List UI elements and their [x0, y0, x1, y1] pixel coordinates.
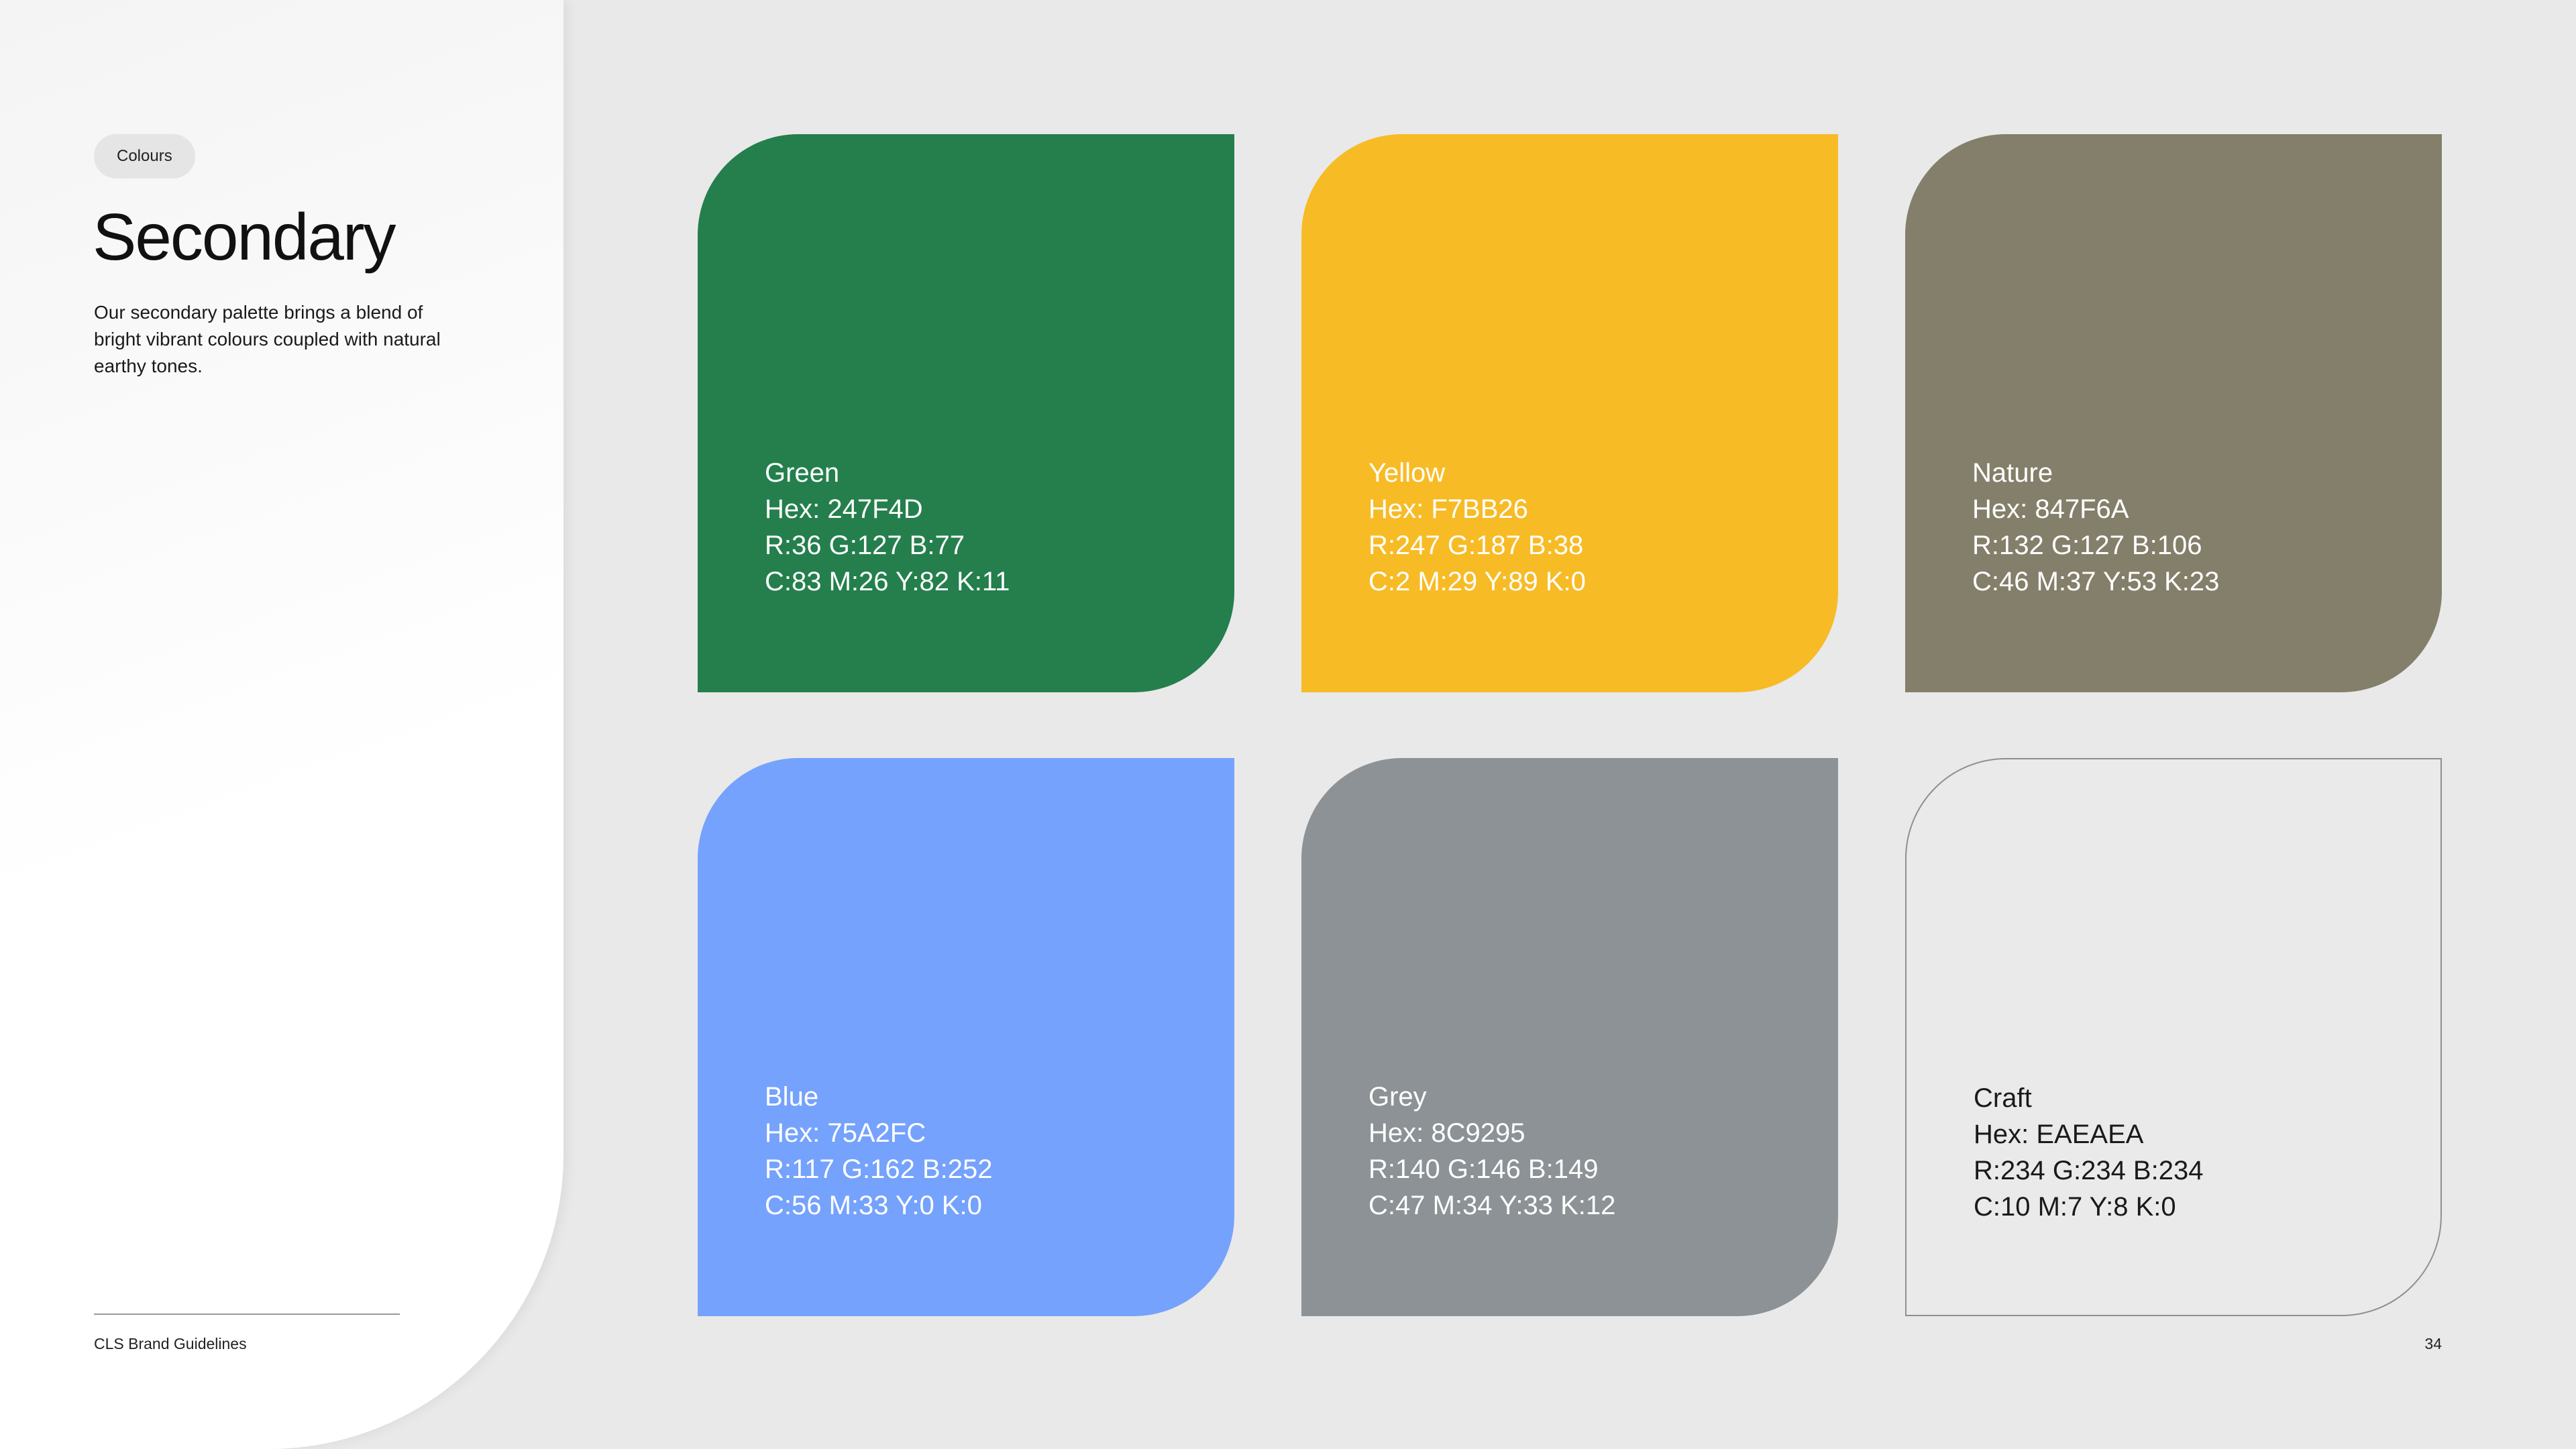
swatch-craft-info: Craft Hex: EAEAEA R:234 G:234 B:234 C:10… [1974, 1080, 2203, 1225]
swatch-cmyk: C:83 M:26 Y:82 K:11 [765, 567, 1010, 596]
swatch-nature-info: Nature Hex: 847F6A R:132 G:127 B:106 C:4… [1972, 455, 2219, 600]
page-description: Our secondary palette brings a blend of … [94, 302, 441, 376]
swatch-name: Blue [765, 1082, 819, 1112]
swatch-hex: Hex: 847F6A [1972, 494, 2129, 524]
footer-divider [94, 1313, 400, 1315]
sidebar-panel: Colours Secondary Our secondary palette … [0, 0, 564, 1449]
swatch-yellow-info: Yellow Hex: F7BB26 R:247 G:187 B:38 C:2 … [1368, 455, 1586, 600]
swatch-cmyk: C:10 M:7 Y:8 K:0 [1974, 1192, 2176, 1222]
swatch-hex: Hex: 247F4D [765, 494, 923, 524]
swatch-green-info: Green Hex: 247F4D R:36 G:127 B:77 C:83 M… [765, 455, 1010, 600]
swatch-blue-info: Blue Hex: 75A2FC R:117 G:162 B:252 C:56 … [765, 1079, 993, 1224]
swatch-nature: Nature Hex: 847F6A R:132 G:127 B:106 C:4… [1905, 134, 2442, 692]
swatch-name: Green [765, 458, 840, 488]
swatch-name: Grey [1368, 1082, 1427, 1112]
swatch-cmyk: C:47 M:34 Y:33 K:12 [1368, 1191, 1616, 1220]
swatch-rgb: R:36 G:127 B:77 [765, 531, 965, 560]
swatch-hex: Hex: 75A2FC [765, 1118, 926, 1148]
swatch-name: Craft [1974, 1083, 2032, 1113]
swatch-name: Yellow [1368, 458, 1446, 488]
swatch-cmyk: C:56 M:33 Y:0 K:0 [765, 1191, 982, 1220]
swatch-rgb: R:140 G:146 B:149 [1368, 1155, 1599, 1184]
swatch-yellow: Yellow Hex: F7BB26 R:247 G:187 B:38 C:2 … [1301, 134, 1838, 692]
swatch-green: Green Hex: 247F4D R:36 G:127 B:77 C:83 M… [698, 134, 1234, 692]
swatch-rgb: R:247 G:187 B:38 [1368, 531, 1584, 560]
page-number: 34 [2424, 1335, 2442, 1352]
swatch-hex: Hex: F7BB26 [1368, 494, 1528, 524]
swatch-rgb: R:234 G:234 B:234 [1974, 1156, 2204, 1185]
swatch-rgb: R:117 G:162 B:252 [765, 1155, 993, 1184]
swatch-hex: Hex: EAEAEA [1974, 1120, 2144, 1149]
swatch-name: Nature [1972, 458, 2053, 488]
section-tag: Colours [94, 134, 195, 178]
footer-brand: CLS Brand Guidelines [94, 1335, 247, 1352]
swatch-grey-info: Grey Hex: 8C9295 R:140 G:146 B:149 C:47 … [1368, 1079, 1615, 1224]
swatch-cmyk: C:2 M:29 Y:89 K:0 [1368, 567, 1586, 596]
swatch-cmyk: C:46 M:37 Y:53 K:23 [1972, 567, 2220, 596]
swatch-hex: Hex: 8C9295 [1368, 1118, 1525, 1148]
swatch-rgb: R:132 G:127 B:106 [1972, 531, 2202, 560]
swatch-blue: Blue Hex: 75A2FC R:117 G:162 B:252 C:56 … [698, 758, 1234, 1316]
swatch-grey: Grey Hex: 8C9295 R:140 G:146 B:149 C:47 … [1301, 758, 1838, 1316]
swatch-craft: Craft Hex: EAEAEA R:234 G:234 B:234 C:10… [1905, 758, 2442, 1316]
page-title: Secondary [93, 200, 396, 274]
